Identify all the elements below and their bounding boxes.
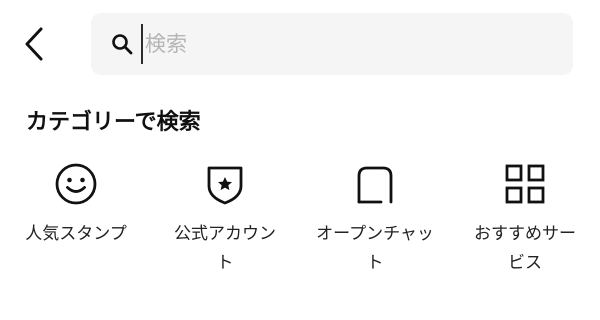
- category-recommended-services[interactable]: おすすめサービス: [455, 160, 595, 278]
- category-label: 公式アカウント: [174, 224, 276, 273]
- category-openchat[interactable]: オープンチャット: [305, 160, 445, 278]
- shield-star-icon: [201, 160, 249, 208]
- chat-bubble-icon: [351, 160, 399, 208]
- category-label: おすすめサービス: [474, 224, 576, 273]
- back-button[interactable]: [14, 24, 54, 64]
- category-label: オープンチャット: [316, 224, 434, 273]
- category-label: 人気スタンプ: [25, 224, 127, 244]
- section-title: カテゴリーで検索: [26, 110, 201, 135]
- smiley-face-icon: [52, 160, 100, 208]
- search-icon: [109, 31, 135, 57]
- grid-icon: [501, 160, 549, 208]
- chevron-left-icon: [25, 27, 43, 61]
- category-official-accounts[interactable]: 公式アカウント: [155, 160, 295, 278]
- category-list: 人気スタンプ 公式アカウント オープンチャット おすすめサービス: [0, 160, 600, 310]
- search-input[interactable]: [141, 24, 545, 64]
- search-bar[interactable]: [91, 13, 573, 75]
- category-popular-stickers[interactable]: 人気スタンプ: [6, 160, 146, 249]
